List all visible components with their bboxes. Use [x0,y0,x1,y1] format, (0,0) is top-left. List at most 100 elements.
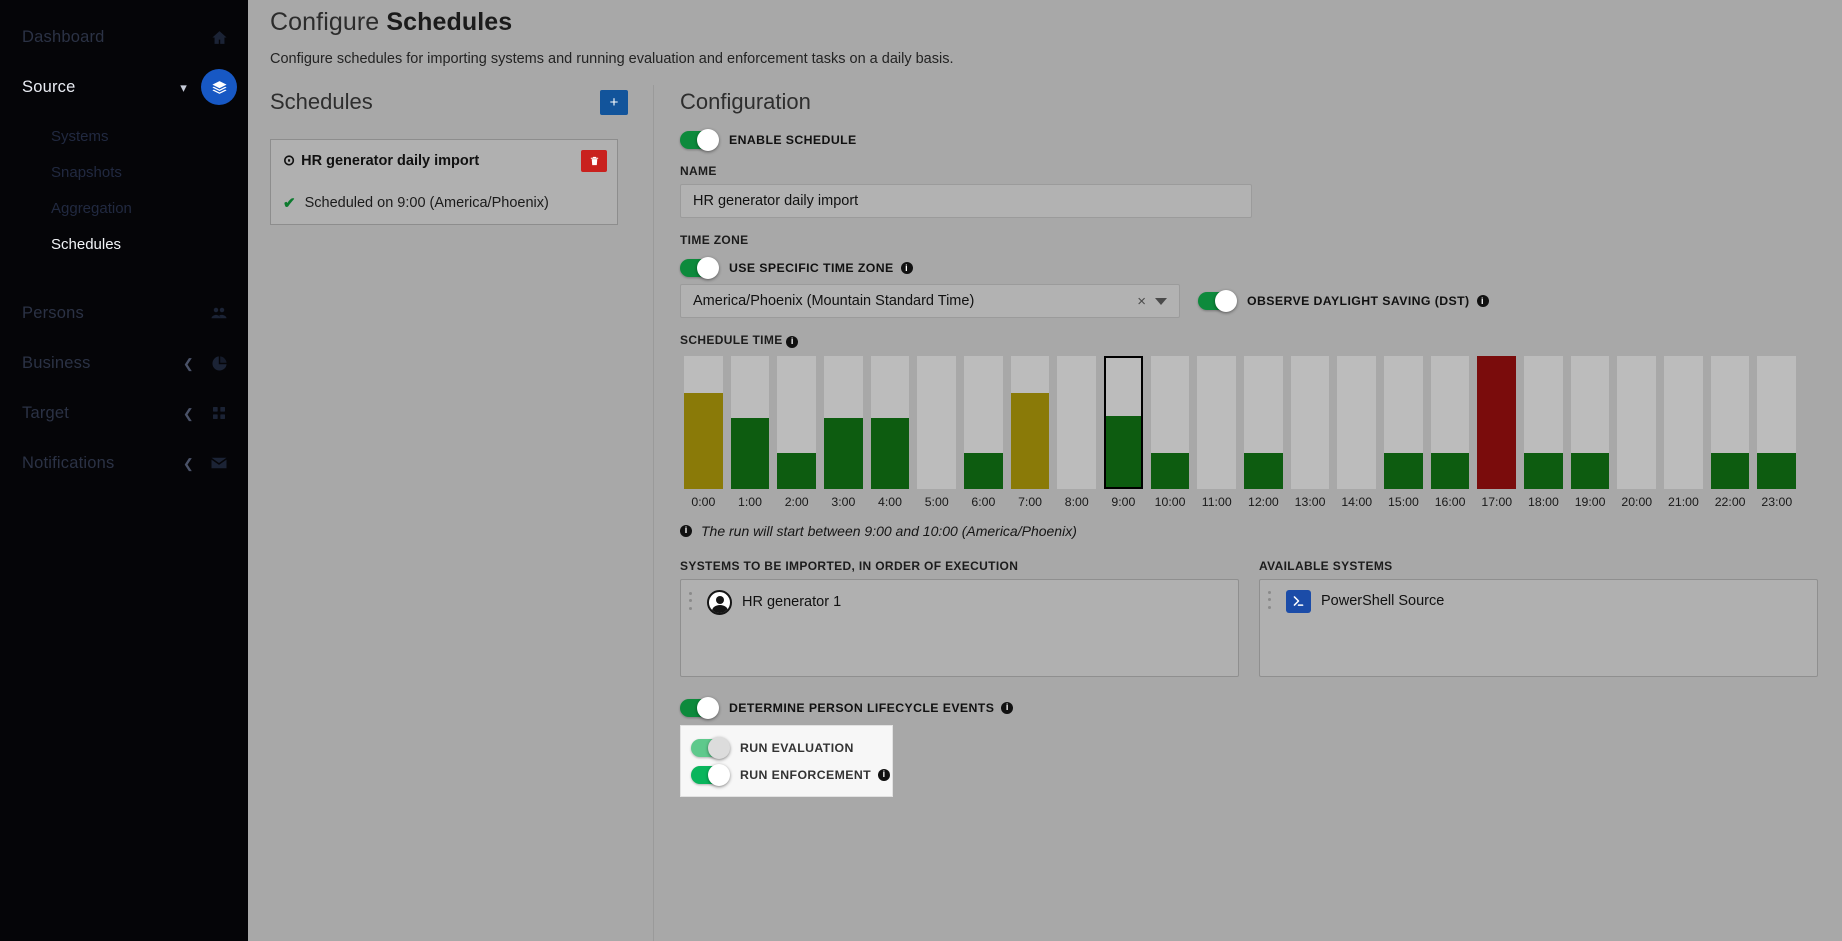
schedule-name-text: HR generator daily import [301,153,480,169]
chart-bar-0-00[interactable] [680,355,727,489]
sidebar-item-snapshots[interactable]: Snapshots [0,154,248,190]
chart-bar-14-00[interactable] [1333,355,1380,489]
chevron-left-icon[interactable]: ❮ [183,357,194,370]
imported-systems-box[interactable]: HR generator 1 [680,578,1239,677]
sidebar-item-schedules[interactable]: Schedules [0,226,248,262]
drag-handle-icon[interactable] [689,592,697,612]
bar-fill [684,392,723,489]
chart-bar-9-00[interactable] [1100,355,1147,489]
tick-label: 22:00 [1714,494,1746,509]
sidebar-subitem-label: Aggregation [51,199,132,217]
chart-bar-16-00[interactable] [1427,355,1474,489]
system-name: PowerShell Source [1321,593,1445,609]
powershell-icon [1286,589,1311,613]
lifecycle-toggle[interactable] [680,696,719,719]
chevron-left-icon[interactable]: ❮ [183,457,194,470]
clear-icon[interactable]: × [1128,293,1155,310]
bar-track [1337,355,1377,489]
sidebar-item-notifications[interactable]: Notifications ❮ [0,438,248,488]
schedules-panel: Schedules + ⊙ HR generator daily import [248,85,653,941]
delete-schedule-button[interactable] [581,150,607,172]
chart-bar-3-00[interactable] [820,355,867,489]
bar-fill [1244,452,1283,489]
sidebar-item-business[interactable]: Business ❮ [0,338,248,388]
chevron-down-icon[interactable]: ▾ [180,81,187,94]
sidebar-subitem-label: Snapshots [51,163,122,181]
chart-bar-8-00[interactable] [1053,355,1100,489]
list-item[interactable]: PowerShell Source [1268,589,1809,613]
available-systems-box[interactable]: PowerShell Source [1259,578,1818,677]
chart-bar-1-00[interactable] [727,355,774,489]
layers-icon [201,69,237,105]
bar-fill [1010,392,1050,489]
bar-track [1384,355,1423,489]
page-title-prefix: Configure [270,8,380,36]
chart-bar-10-00[interactable] [1147,355,1194,489]
chart-bar-18-00[interactable] [1520,355,1567,489]
use-specific-timezone-toggle[interactable] [680,257,719,279]
bar-track [1477,355,1517,489]
chart-bar-5-00[interactable] [913,355,960,489]
bar-fill [1524,452,1563,489]
chart-bar-15-00[interactable] [1380,355,1427,489]
lifecycle-row: DETERMINE PERSON LIFECYCLE EVENTS i [680,696,1818,719]
name-input[interactable] [680,184,1252,218]
chart-bars [680,355,1800,489]
run-enforcement-toggle[interactable] [691,763,730,786]
drag-handle-icon[interactable] [1268,591,1276,611]
sidebar-item-target[interactable]: Target ❮ [0,388,248,438]
add-schedule-button[interactable]: + [600,89,628,115]
run-enforcement-label: RUN ENFORCEMENT i [740,768,891,782]
run-window-note: i The run will start between 9:00 and 10… [680,523,1818,539]
chevron-left-icon[interactable]: ❮ [183,407,194,420]
run-evaluation-toggle[interactable] [691,736,730,759]
sidebar-item-dashboard[interactable]: Dashboard [0,12,248,62]
chart-bar-13-00[interactable] [1287,355,1334,489]
chart-bar-19-00[interactable] [1567,355,1614,489]
info-icon[interactable]: i [1001,701,1014,714]
info-icon[interactable]: i [1476,295,1489,307]
chart-bar-4-00[interactable] [867,355,914,489]
sidebar-item-systems[interactable]: Systems [0,118,248,154]
dst-label: OBSERVE DAYLIGHT SAVING (DST) i [1247,294,1489,308]
tick-label: 11:00 [1201,494,1232,509]
toggle-text: DETERMINE PERSON LIFECYCLE EVENTS [729,700,995,715]
chart-bar-20-00[interactable] [1613,355,1660,489]
chart-bar-17-00[interactable] [1473,355,1520,489]
schedules-heading: Schedules [270,89,373,114]
chart-bar-6-00[interactable] [960,355,1007,489]
enable-schedule-toggle[interactable] [680,129,719,151]
bar-track [684,355,723,489]
pie-icon [208,352,230,374]
chart-bar-11-00[interactable] [1193,355,1240,489]
bar-track [1104,355,1143,489]
info-icon[interactable]: i [878,768,891,781]
page-title: Configure Schedules [248,0,1842,37]
enable-schedule-row: ENABLE SCHEDULE [680,129,1818,151]
bar-track [1757,355,1797,489]
chart-bar-12-00[interactable] [1240,355,1287,489]
bar-track [870,355,910,489]
list-item[interactable]: HR generator 1 [689,589,1230,615]
bar-fill [870,418,910,489]
info-icon[interactable]: i [900,262,913,274]
chart-bar-7-00[interactable] [1007,355,1054,489]
chart-bar-21-00[interactable] [1660,355,1707,489]
schedule-card[interactable]: ⊙ HR generator daily import ✔ Scheduled … [270,139,618,225]
info-icon[interactable]: i [786,335,799,348]
chart-bar-2-00[interactable] [773,355,820,489]
dst-toggle[interactable] [1198,290,1237,312]
chart-bar-23-00[interactable] [1753,355,1800,489]
trash-icon [590,156,598,166]
sidebar-item-aggregation[interactable]: Aggregation [0,190,248,226]
systems-row: SYSTEMS TO BE IMPORTED, IN ORDER OF EXEC… [680,559,1818,677]
timezone-select[interactable]: America/Phoenix (Mountain Standard Time)… [680,284,1180,318]
tick-label: 16:00 [1434,494,1466,509]
content-columns: Schedules + ⊙ HR generator daily import [248,85,1842,941]
chevron-down-icon[interactable] [1155,297,1167,305]
clock-icon: ⊙ [283,153,296,169]
sidebar-item-persons[interactable]: Persons [0,288,248,338]
sidebar-item-source[interactable]: Source ▾ [0,62,248,112]
chart-bar-22-00[interactable] [1707,355,1754,489]
tick-label: 12:00 [1248,494,1279,509]
